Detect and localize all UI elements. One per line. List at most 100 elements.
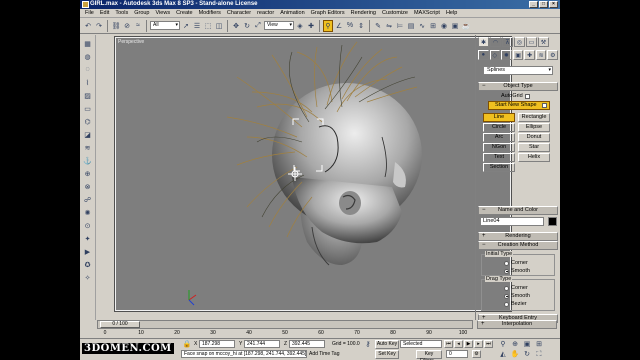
circle-button[interactable]: Circle <box>483 123 515 132</box>
pivot-center-icon[interactable]: ◈ <box>295 20 305 32</box>
line-button[interactable]: Line <box>483 113 515 122</box>
menu-customize[interactable]: Customize <box>379 10 411 16</box>
layer-manager-icon[interactable]: ▤ <box>406 20 416 32</box>
space-warps-icon[interactable]: ≋ <box>535 50 547 60</box>
coord-x-field[interactable]: 187.298 <box>199 340 235 348</box>
key-icon[interactable]: ⚷ <box>363 340 373 349</box>
fracture-icon[interactable]: ◪ <box>82 129 93 140</box>
coord-y-field[interactable]: 241.744 <box>244 340 280 348</box>
redo-icon[interactable]: ↷ <box>94 20 104 32</box>
field-of-view-icon[interactable]: ◭ <box>498 350 508 359</box>
interpolation-rollout[interactable]: + Interpolation <box>477 320 557 329</box>
select-move-icon[interactable]: ✥ <box>231 20 241 32</box>
helpers-icon[interactable]: ✚ <box>524 50 535 60</box>
menu-create[interactable]: Create <box>173 10 196 16</box>
time-slider-track[interactable]: 0 / 100 <box>97 320 473 329</box>
select-scale-icon[interactable]: ⤢ <box>253 20 263 32</box>
toy-car-icon[interactable]: ⊙ <box>82 220 93 231</box>
select-by-name-icon[interactable]: ☰ <box>192 20 202 32</box>
align-icon[interactable]: ⊨ <box>395 20 405 32</box>
section-button[interactable]: Section <box>483 163 515 172</box>
star-button[interactable]: Star <box>518 143 550 152</box>
menu-reactor[interactable]: reactor <box>254 10 277 16</box>
object-name-field[interactable]: Line04 <box>480 217 544 226</box>
radio-button[interactable] <box>504 301 509 307</box>
shapes-icon[interactable]: ◇ <box>489 50 501 60</box>
modify-tab-icon[interactable]: ◠ <box>490 37 501 47</box>
initial-smooth-radio[interactable]: Smooth <box>504 268 530 274</box>
maximize-viewport-icon[interactable]: ⛶ <box>534 350 544 359</box>
soft-body-icon[interactable]: ◌ <box>82 64 93 75</box>
create-animation-icon[interactable]: ✪ <box>82 259 93 270</box>
key-filters-button[interactable]: Key Filters... <box>416 350 442 360</box>
drag-corner-radio[interactable]: Corner <box>504 285 528 291</box>
set-key-button[interactable]: Set Key <box>375 350 399 359</box>
select-object-icon[interactable]: ➚ <box>181 20 191 32</box>
object-color-swatch[interactable] <box>548 217 557 226</box>
zoom-extents-all-icon[interactable]: ⊞ <box>534 340 544 349</box>
link-icon[interactable]: ⛓ <box>111 20 121 32</box>
wind-icon[interactable]: ✺ <box>82 207 93 218</box>
coord-z-field[interactable]: 392.445 <box>289 340 325 348</box>
bind-space-warp-icon[interactable]: ≈ <box>133 20 143 32</box>
cameras-icon[interactable]: ▣ <box>512 50 524 60</box>
ngon-button[interactable]: NGon <box>483 143 515 152</box>
arc-button[interactable]: Arc <box>483 133 515 142</box>
ragdoll-icon[interactable]: ☍ <box>82 194 93 205</box>
preview-animation-icon[interactable]: ▶ <box>82 246 93 257</box>
rectangle-button[interactable]: Rectangle <box>518 113 550 122</box>
quick-render-icon[interactable]: ☕ <box>461 20 471 32</box>
spring-icon[interactable]: ⌬ <box>82 116 93 127</box>
time-config-icon[interactable]: ⚙ <box>472 350 481 358</box>
display-tab-icon[interactable]: ▭ <box>526 37 537 47</box>
radio-button[interactable] <box>504 285 509 291</box>
time-slider-handle[interactable]: 0 / 100 <box>100 321 140 328</box>
fracture-modifier-icon[interactable]: ✦ <box>82 233 93 244</box>
snap-toggle-icon[interactable]: ⚲ <box>323 19 333 32</box>
start-new-shape-button[interactable]: Start New Shape <box>488 101 550 110</box>
menu-animation[interactable]: Animation <box>277 10 307 16</box>
rectangle-selection-icon[interactable]: ⬚ <box>203 20 213 32</box>
zoom-icon[interactable]: ⚲ <box>498 340 508 349</box>
initial-corner-radio[interactable]: Corner <box>504 260 528 266</box>
helix-button[interactable]: Helix <box>518 153 550 162</box>
lights-icon[interactable]: ✹ <box>501 50 512 60</box>
selection-filter-dropdown[interactable]: All <box>150 21 180 30</box>
select-manipulate-icon[interactable]: ✚ <box>306 20 316 32</box>
rendering-rollout[interactable]: + Rendering <box>478 232 558 241</box>
viewport-label[interactable]: Perspective <box>118 39 144 45</box>
auto-key-button[interactable]: Auto Key <box>375 340 399 349</box>
start-new-shape-checkbox[interactable] <box>542 103 547 108</box>
render-scene-icon[interactable]: ▣ <box>450 20 460 32</box>
zoom-extents-icon[interactable]: ▣ <box>522 340 532 349</box>
menu-group[interactable]: Group <box>131 10 152 16</box>
utilities-tab-icon[interactable]: ⚒ <box>538 37 549 47</box>
name-and-color-rollout[interactable]: − Name and Color <box>478 206 558 215</box>
menu-modifiers[interactable]: Modifiers <box>196 10 224 16</box>
object-type-rollout[interactable]: − Object Type <box>478 82 558 91</box>
menu-views[interactable]: Views <box>153 10 174 16</box>
radio-button-selected[interactable] <box>504 293 509 299</box>
mirror-icon[interactable]: ⇋ <box>384 20 394 32</box>
select-rotate-icon[interactable]: ↻ <box>242 20 252 32</box>
minimize-button[interactable]: _ <box>529 1 538 8</box>
add-time-tag[interactable]: Add Time Tag <box>309 351 339 357</box>
hierarchy-tab-icon[interactable]: ⊼ <box>502 37 513 47</box>
go-to-start-icon[interactable]: ⏮ <box>444 340 453 348</box>
text-button[interactable]: Text <box>483 153 515 162</box>
menu-edit[interactable]: Edit <box>97 10 112 16</box>
curve-editor-icon[interactable]: ∿ <box>417 20 427 32</box>
geometry-icon[interactable]: ● <box>478 50 489 60</box>
plane-icon[interactable]: ▭ <box>82 103 93 114</box>
window-crossing-icon[interactable]: ◫ <box>214 20 224 32</box>
reference-coord-dropdown[interactable]: View <box>264 21 294 30</box>
material-editor-icon[interactable]: ◉ <box>439 20 449 32</box>
deforming-mesh-icon[interactable]: ▨ <box>82 90 93 101</box>
arc-rotate-icon[interactable]: ↻ <box>522 350 532 359</box>
lock-selection-icon[interactable]: 🔒 <box>182 340 192 349</box>
spinner-snap-icon[interactable]: ⇕ <box>356 20 366 32</box>
cloth-collection-icon[interactable]: ◍ <box>82 51 93 62</box>
create-tab-icon[interactable]: ✱ <box>478 37 489 47</box>
menu-tools[interactable]: Tools <box>112 10 131 16</box>
percent-snap-icon[interactable]: % <box>345 20 355 32</box>
